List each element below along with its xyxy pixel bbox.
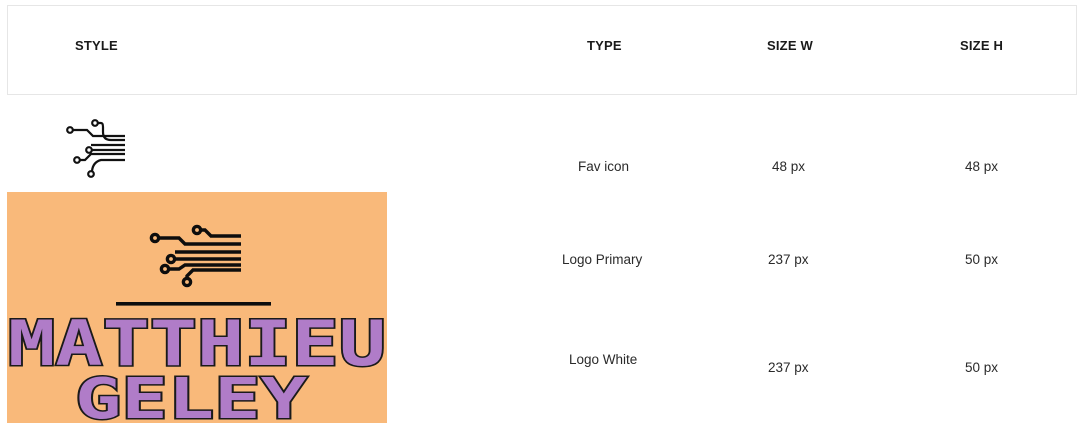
row2-type: Logo Primary bbox=[562, 252, 643, 267]
row1-size-w: 48 px bbox=[772, 159, 806, 174]
row1-size-h: 48 px bbox=[965, 159, 999, 174]
header-type: TYPE bbox=[587, 38, 622, 53]
row3-type: Logo White bbox=[569, 352, 638, 367]
row3-size-h: 50 px bbox=[965, 360, 999, 375]
header-style: STYLE bbox=[75, 38, 118, 53]
header-size-h: SIZE H bbox=[960, 38, 1004, 53]
circuit-lines-icon bbox=[149, 224, 241, 288]
logo-image: MATTHIEU GELEY bbox=[7, 192, 387, 423]
row2-size-w: 237 px bbox=[768, 252, 809, 267]
header-size-w: SIZE W bbox=[767, 38, 813, 53]
row1-type: Fav icon bbox=[578, 159, 630, 174]
row2-size-h: 50 px bbox=[965, 252, 999, 267]
circuit-favicon-icon bbox=[65, 118, 129, 180]
logo-line2: GELEY bbox=[75, 367, 307, 423]
table-header bbox=[7, 5, 1077, 95]
row3-size-w: 237 px bbox=[768, 360, 809, 375]
